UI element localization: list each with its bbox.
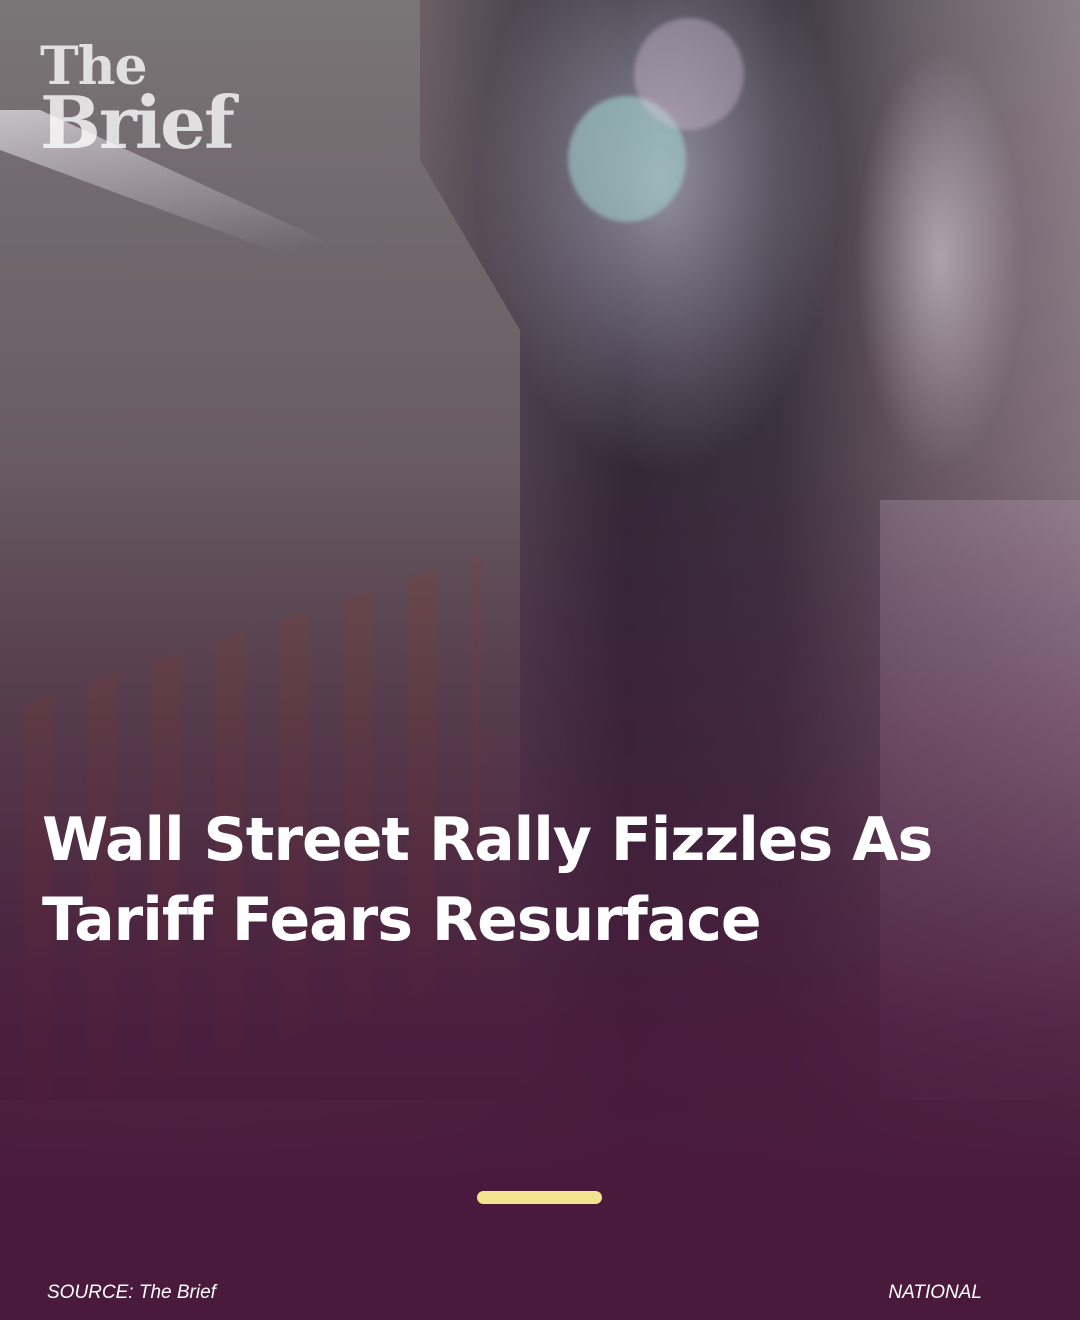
story-headline: Wall Street Rally Fizzles As Tariff Fear… xyxy=(42,805,933,955)
source-credit: SOURCE: The Brief xyxy=(47,1282,216,1303)
story-card[interactable]: The Brief Wall Street Rally Fizzles As T… xyxy=(0,0,1080,1320)
slide-indicator-icon xyxy=(477,1191,602,1204)
story-footer: SOURCE: The Brief NATIONAL xyxy=(0,1280,1080,1306)
gradient-overlay xyxy=(0,0,1080,1320)
logo-line-2: Brief xyxy=(40,79,235,165)
category-label: NATIONAL xyxy=(888,1282,982,1303)
brand-logo: The Brief xyxy=(40,41,260,165)
